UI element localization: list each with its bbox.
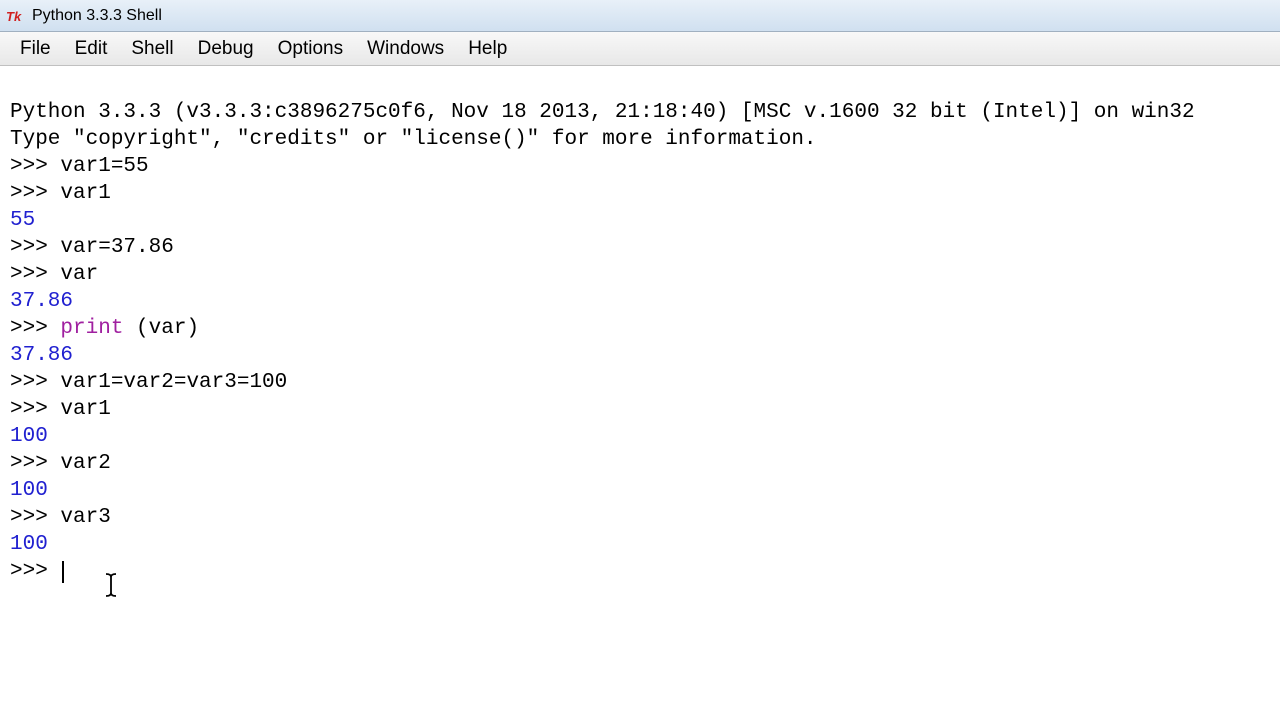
- prompt: >>>: [10, 236, 60, 259]
- input-line: var1=var2=var3=100: [60, 371, 287, 394]
- menu-windows[interactable]: Windows: [355, 34, 456, 64]
- input-line: var1: [60, 398, 110, 421]
- window-title: Python 3.3.3 Shell: [32, 7, 162, 25]
- menu-file[interactable]: File: [8, 34, 63, 64]
- output-line: 100: [10, 479, 48, 502]
- prompt: >>>: [10, 560, 60, 583]
- input-line: var2: [60, 452, 110, 475]
- input-line: var: [60, 263, 98, 286]
- prompt: >>>: [10, 317, 60, 340]
- output-line: 100: [10, 533, 48, 556]
- menu-bar: File Edit Shell Debug Options Windows He…: [0, 32, 1280, 66]
- prompt: >>>: [10, 263, 60, 286]
- input-line: var1=55: [60, 155, 148, 178]
- keyword-print: print: [60, 317, 123, 340]
- menu-debug[interactable]: Debug: [186, 34, 266, 64]
- input-line: var=37.86: [60, 236, 173, 259]
- menu-help[interactable]: Help: [456, 34, 519, 64]
- output-line: 55: [10, 209, 35, 232]
- tk-icon: Tk: [6, 7, 24, 25]
- banner-line-2: Type "copyright", "credits" or "license(…: [10, 128, 817, 151]
- mouse-text-caret-icon: [104, 572, 118, 606]
- svg-text:Tk: Tk: [6, 9, 22, 24]
- menu-options[interactable]: Options: [266, 34, 355, 64]
- prompt: >>>: [10, 155, 60, 178]
- input-line: var3: [60, 506, 110, 529]
- output-line: 37.86: [10, 290, 73, 313]
- title-bar: Tk Python 3.3.3 Shell: [0, 0, 1280, 32]
- prompt: >>>: [10, 452, 60, 475]
- prompt: >>>: [10, 398, 60, 421]
- menu-edit[interactable]: Edit: [63, 34, 120, 64]
- input-line: (var): [123, 317, 199, 340]
- text-cursor: [62, 561, 64, 583]
- prompt: >>>: [10, 182, 60, 205]
- output-line: 37.86: [10, 344, 73, 367]
- shell-content[interactable]: Python 3.3.3 (v3.3.3:c3896275c0f6, Nov 1…: [0, 66, 1280, 591]
- menu-shell[interactable]: Shell: [119, 34, 185, 64]
- input-line: var1: [60, 182, 110, 205]
- output-line: 100: [10, 425, 48, 448]
- prompt: >>>: [10, 371, 60, 394]
- banner-line-1: Python 3.3.3 (v3.3.3:c3896275c0f6, Nov 1…: [10, 101, 1195, 124]
- prompt: >>>: [10, 506, 60, 529]
